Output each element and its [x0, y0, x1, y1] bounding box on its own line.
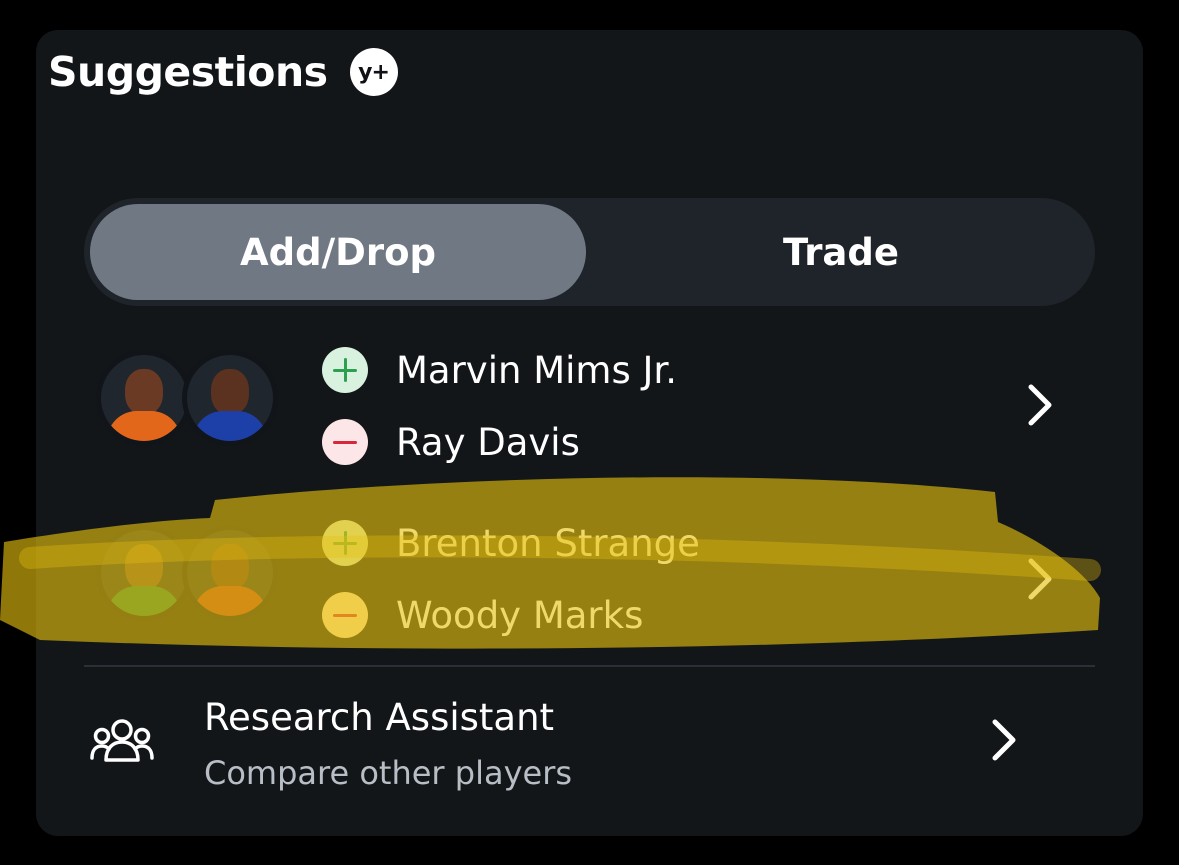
avatar-add-player [96, 525, 192, 621]
avatar-add-player [96, 350, 192, 446]
plus-icon [322, 347, 368, 393]
research-subtitle: Compare other players [204, 754, 573, 792]
research-title: Research Assistant [204, 696, 555, 739]
jersey-add [107, 411, 181, 441]
plus-icon [322, 520, 368, 566]
avatar-drop-player [182, 525, 278, 621]
drop-move: Woody Marks [322, 585, 643, 645]
page-title: Suggestions [48, 48, 328, 96]
jersey-add [107, 586, 181, 616]
add-player-name: Brenton Strange [396, 521, 700, 565]
minus-icon [322, 592, 368, 638]
segmented-control: Add/Drop Trade [84, 198, 1095, 306]
minus-icon [322, 419, 368, 465]
tab-trade[interactable]: Trade [593, 204, 1089, 300]
chevron-right-icon[interactable] [1021, 555, 1059, 603]
users-group-icon [90, 719, 154, 762]
drop-player-name: Ray Davis [396, 420, 580, 464]
suggestion-row-2[interactable]: Brenton Strange Woody Marks [84, 505, 1095, 655]
header: Suggestions y+ [48, 44, 398, 100]
yahoo-plus-badge-icon: y+ [349, 48, 398, 96]
drop-move: Ray Davis [322, 412, 580, 472]
divider [84, 665, 1095, 667]
jersey-drop [193, 586, 267, 616]
tab-add-drop[interactable]: Add/Drop [90, 204, 586, 300]
chevron-right-icon[interactable] [1021, 381, 1059, 429]
research-assistant-row[interactable]: Research Assistant Compare other players [48, 680, 1059, 810]
player-avatars [96, 525, 286, 625]
jersey-drop [193, 411, 267, 441]
add-move: Marvin Mims Jr. [322, 340, 677, 400]
drop-player-name: Woody Marks [396, 593, 644, 637]
chevron-right-icon[interactable] [985, 716, 1023, 764]
add-move: Brenton Strange [322, 513, 700, 573]
add-player-name: Marvin Mims Jr. [396, 348, 677, 392]
avatar-drop-player [182, 350, 278, 446]
suggestion-row-1[interactable]: Marvin Mims Jr. Ray Davis [84, 330, 1095, 480]
player-avatars [96, 350, 286, 450]
